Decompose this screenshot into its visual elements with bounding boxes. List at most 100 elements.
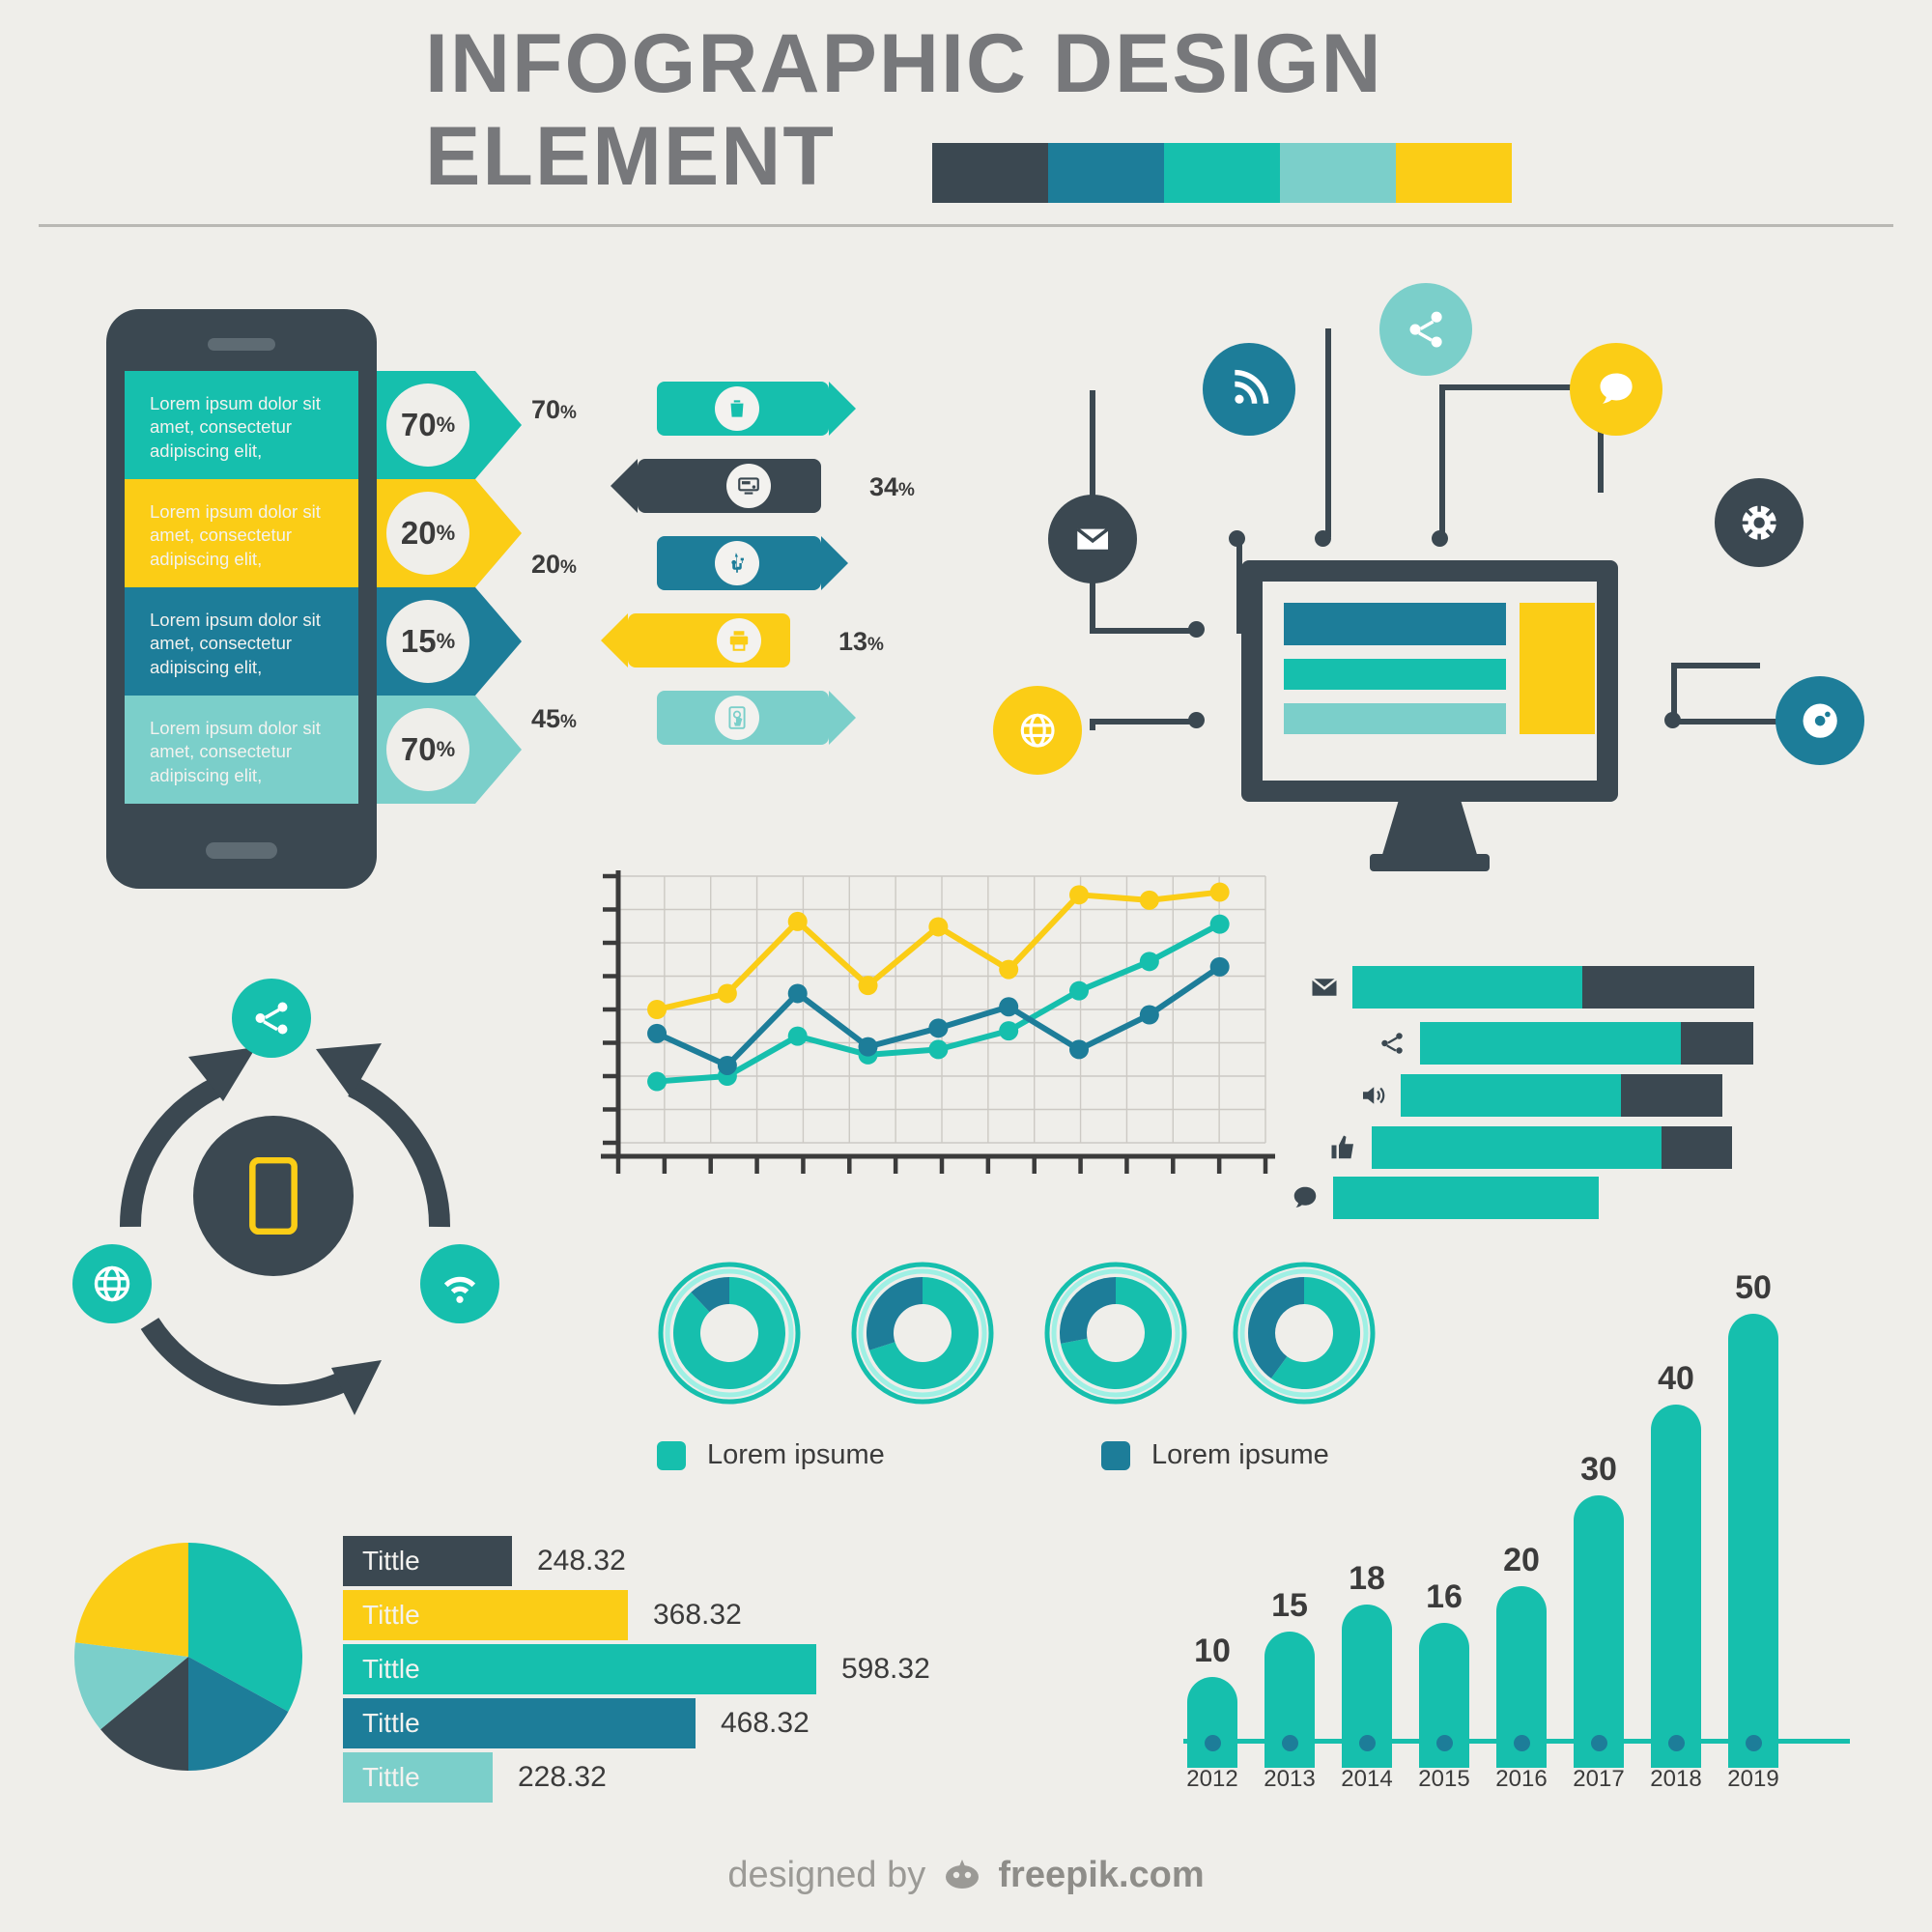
line-chart xyxy=(580,865,1291,1193)
stacked-bar-segment-teal xyxy=(1401,1074,1621,1117)
banner-chevron xyxy=(821,536,848,590)
arrow-tip xyxy=(475,587,522,696)
stacked-bar-segment-dark xyxy=(1681,1022,1753,1065)
year-column xyxy=(1728,1314,1778,1768)
footer-credit: designed by freepik.com xyxy=(0,1855,1932,1896)
year-column xyxy=(1574,1495,1624,1768)
connector-dot xyxy=(1664,712,1681,728)
percentage-arrow-row: 20% xyxy=(377,479,522,587)
title-bar-label: Tittle xyxy=(362,1654,420,1684)
year-axis-dot xyxy=(1436,1735,1453,1751)
cd-icon[interactable] xyxy=(1776,676,1864,765)
year-column-value: 50 xyxy=(1735,1269,1772,1306)
banner-percentage-label: 45% xyxy=(531,704,577,733)
pie-slice xyxy=(74,1543,188,1657)
phone-screen: Lorem ipsum dolor sit amet, consectetur … xyxy=(125,371,358,804)
connector-dot xyxy=(1188,712,1205,728)
year-axis-label: 2012 xyxy=(1186,1766,1238,1792)
freepik-logo-icon xyxy=(936,1856,988,1894)
title-bar-value: 248.32 xyxy=(537,1545,626,1577)
year-axis-dot xyxy=(1668,1735,1685,1751)
connector-dot xyxy=(1432,530,1448,547)
connector-line xyxy=(1090,628,1196,634)
palette-swatch-2 xyxy=(1048,143,1164,203)
banner-chevron xyxy=(601,613,628,668)
icon-banner-row xyxy=(657,536,848,590)
smartphone-mockup: Lorem ipsum dolor sit amet, consectetur … xyxy=(106,309,377,889)
year-column-value: 16 xyxy=(1426,1577,1463,1615)
legend-item: Lorem ipsume xyxy=(657,1439,885,1471)
percentage-badge: 70% xyxy=(386,384,469,467)
screen-bar-4 xyxy=(1520,603,1595,734)
title-bar-value: 368.32 xyxy=(653,1599,742,1631)
percentage-arrow-row: 70% xyxy=(377,371,522,479)
stacked-bar-segment-teal xyxy=(1420,1022,1681,1065)
rss-icon[interactable] xyxy=(1203,343,1295,436)
year-axis-label: 2016 xyxy=(1495,1766,1548,1792)
connector-dot xyxy=(1188,621,1205,638)
chat-bubble-icon[interactable] xyxy=(1570,343,1662,436)
stacked-bar-segment-dark xyxy=(1662,1126,1732,1169)
legend-swatch xyxy=(657,1440,686,1470)
percentage-badge: 20% xyxy=(386,492,469,575)
year-column-value: 30 xyxy=(1580,1451,1617,1488)
share-nodes-icon[interactable] xyxy=(232,979,311,1058)
year-axis-label: 2013 xyxy=(1264,1766,1316,1792)
phone-screen-row: Lorem ipsum dolor sit amet, consectetur … xyxy=(125,587,358,696)
banner-chevron xyxy=(611,459,638,513)
screen-bar-2 xyxy=(1284,659,1506,690)
connector-line xyxy=(1439,384,1445,537)
computer-icon[interactable] xyxy=(726,464,771,508)
envelope-icon[interactable] xyxy=(1048,495,1137,583)
screen-bar-1 xyxy=(1284,603,1506,645)
title-line-1: INFOGRAPHIC DESIGN xyxy=(425,17,1383,110)
stacked-bar-segment-dark xyxy=(1582,966,1754,1009)
banner-percentage-label: 20% xyxy=(531,550,577,579)
touch-tablet-icon[interactable] xyxy=(715,696,759,740)
phone-home-button[interactable] xyxy=(206,842,277,859)
envelope-icon xyxy=(1308,971,1341,1004)
palette-swatch-5 xyxy=(1396,143,1512,203)
year-column-value: 15 xyxy=(1271,1587,1308,1624)
banner-percentage-label: 13% xyxy=(838,627,884,656)
year-axis-label: 2017 xyxy=(1573,1766,1625,1792)
cycle-center xyxy=(193,1116,354,1276)
title-bar-label: Tittle xyxy=(362,1708,420,1738)
year-axis-dot xyxy=(1205,1735,1221,1751)
palette-swatch-4 xyxy=(1280,143,1396,203)
share-icon[interactable] xyxy=(1379,283,1472,376)
year-column xyxy=(1187,1677,1237,1768)
wifi-icon[interactable] xyxy=(420,1244,499,1323)
speaker-icon xyxy=(1356,1079,1389,1112)
legend-label: Lorem ipsume xyxy=(707,1439,885,1470)
smartphone-icon xyxy=(249,1157,298,1235)
gear-head-icon[interactable] xyxy=(1715,478,1804,567)
palette-swatch-3 xyxy=(1164,143,1280,203)
chat-bubble-icon xyxy=(1289,1181,1321,1214)
stacked-bar-segment-teal xyxy=(1333,1177,1599,1219)
year-axis-dot xyxy=(1746,1735,1762,1751)
percentage-badge: 70% xyxy=(386,708,469,791)
globe-icon[interactable] xyxy=(72,1244,152,1323)
palette-swatches xyxy=(932,143,1512,203)
monitor-screen xyxy=(1263,582,1597,781)
phone-screen-row: Lorem ipsum dolor sit amet, consectetur … xyxy=(125,371,358,479)
connector-line xyxy=(1325,328,1331,537)
banner-percentage-label: 34% xyxy=(869,472,915,501)
connector-line xyxy=(1671,719,1777,724)
donut-chart xyxy=(850,1261,995,1406)
title-bar-label: Tittle xyxy=(362,1762,420,1792)
phone-screen-row: Lorem ipsum dolor sit amet, consectetur … xyxy=(125,696,358,804)
year-axis-dot xyxy=(1282,1735,1298,1751)
screen-bar-3 xyxy=(1284,703,1506,734)
printer-icon[interactable] xyxy=(717,618,761,663)
globe-icon[interactable] xyxy=(993,686,1082,775)
stacked-bar-segment-teal xyxy=(1352,966,1582,1009)
title-bar-value: 228.32 xyxy=(518,1761,607,1793)
stacked-bar-segment-dark xyxy=(1621,1074,1722,1117)
banner-chevron xyxy=(829,691,856,745)
usb-icon[interactable] xyxy=(715,541,759,585)
year-axis-label: 2015 xyxy=(1418,1766,1470,1792)
thumbs-up-icon xyxy=(1327,1131,1360,1164)
trash-icon[interactable] xyxy=(715,386,759,431)
